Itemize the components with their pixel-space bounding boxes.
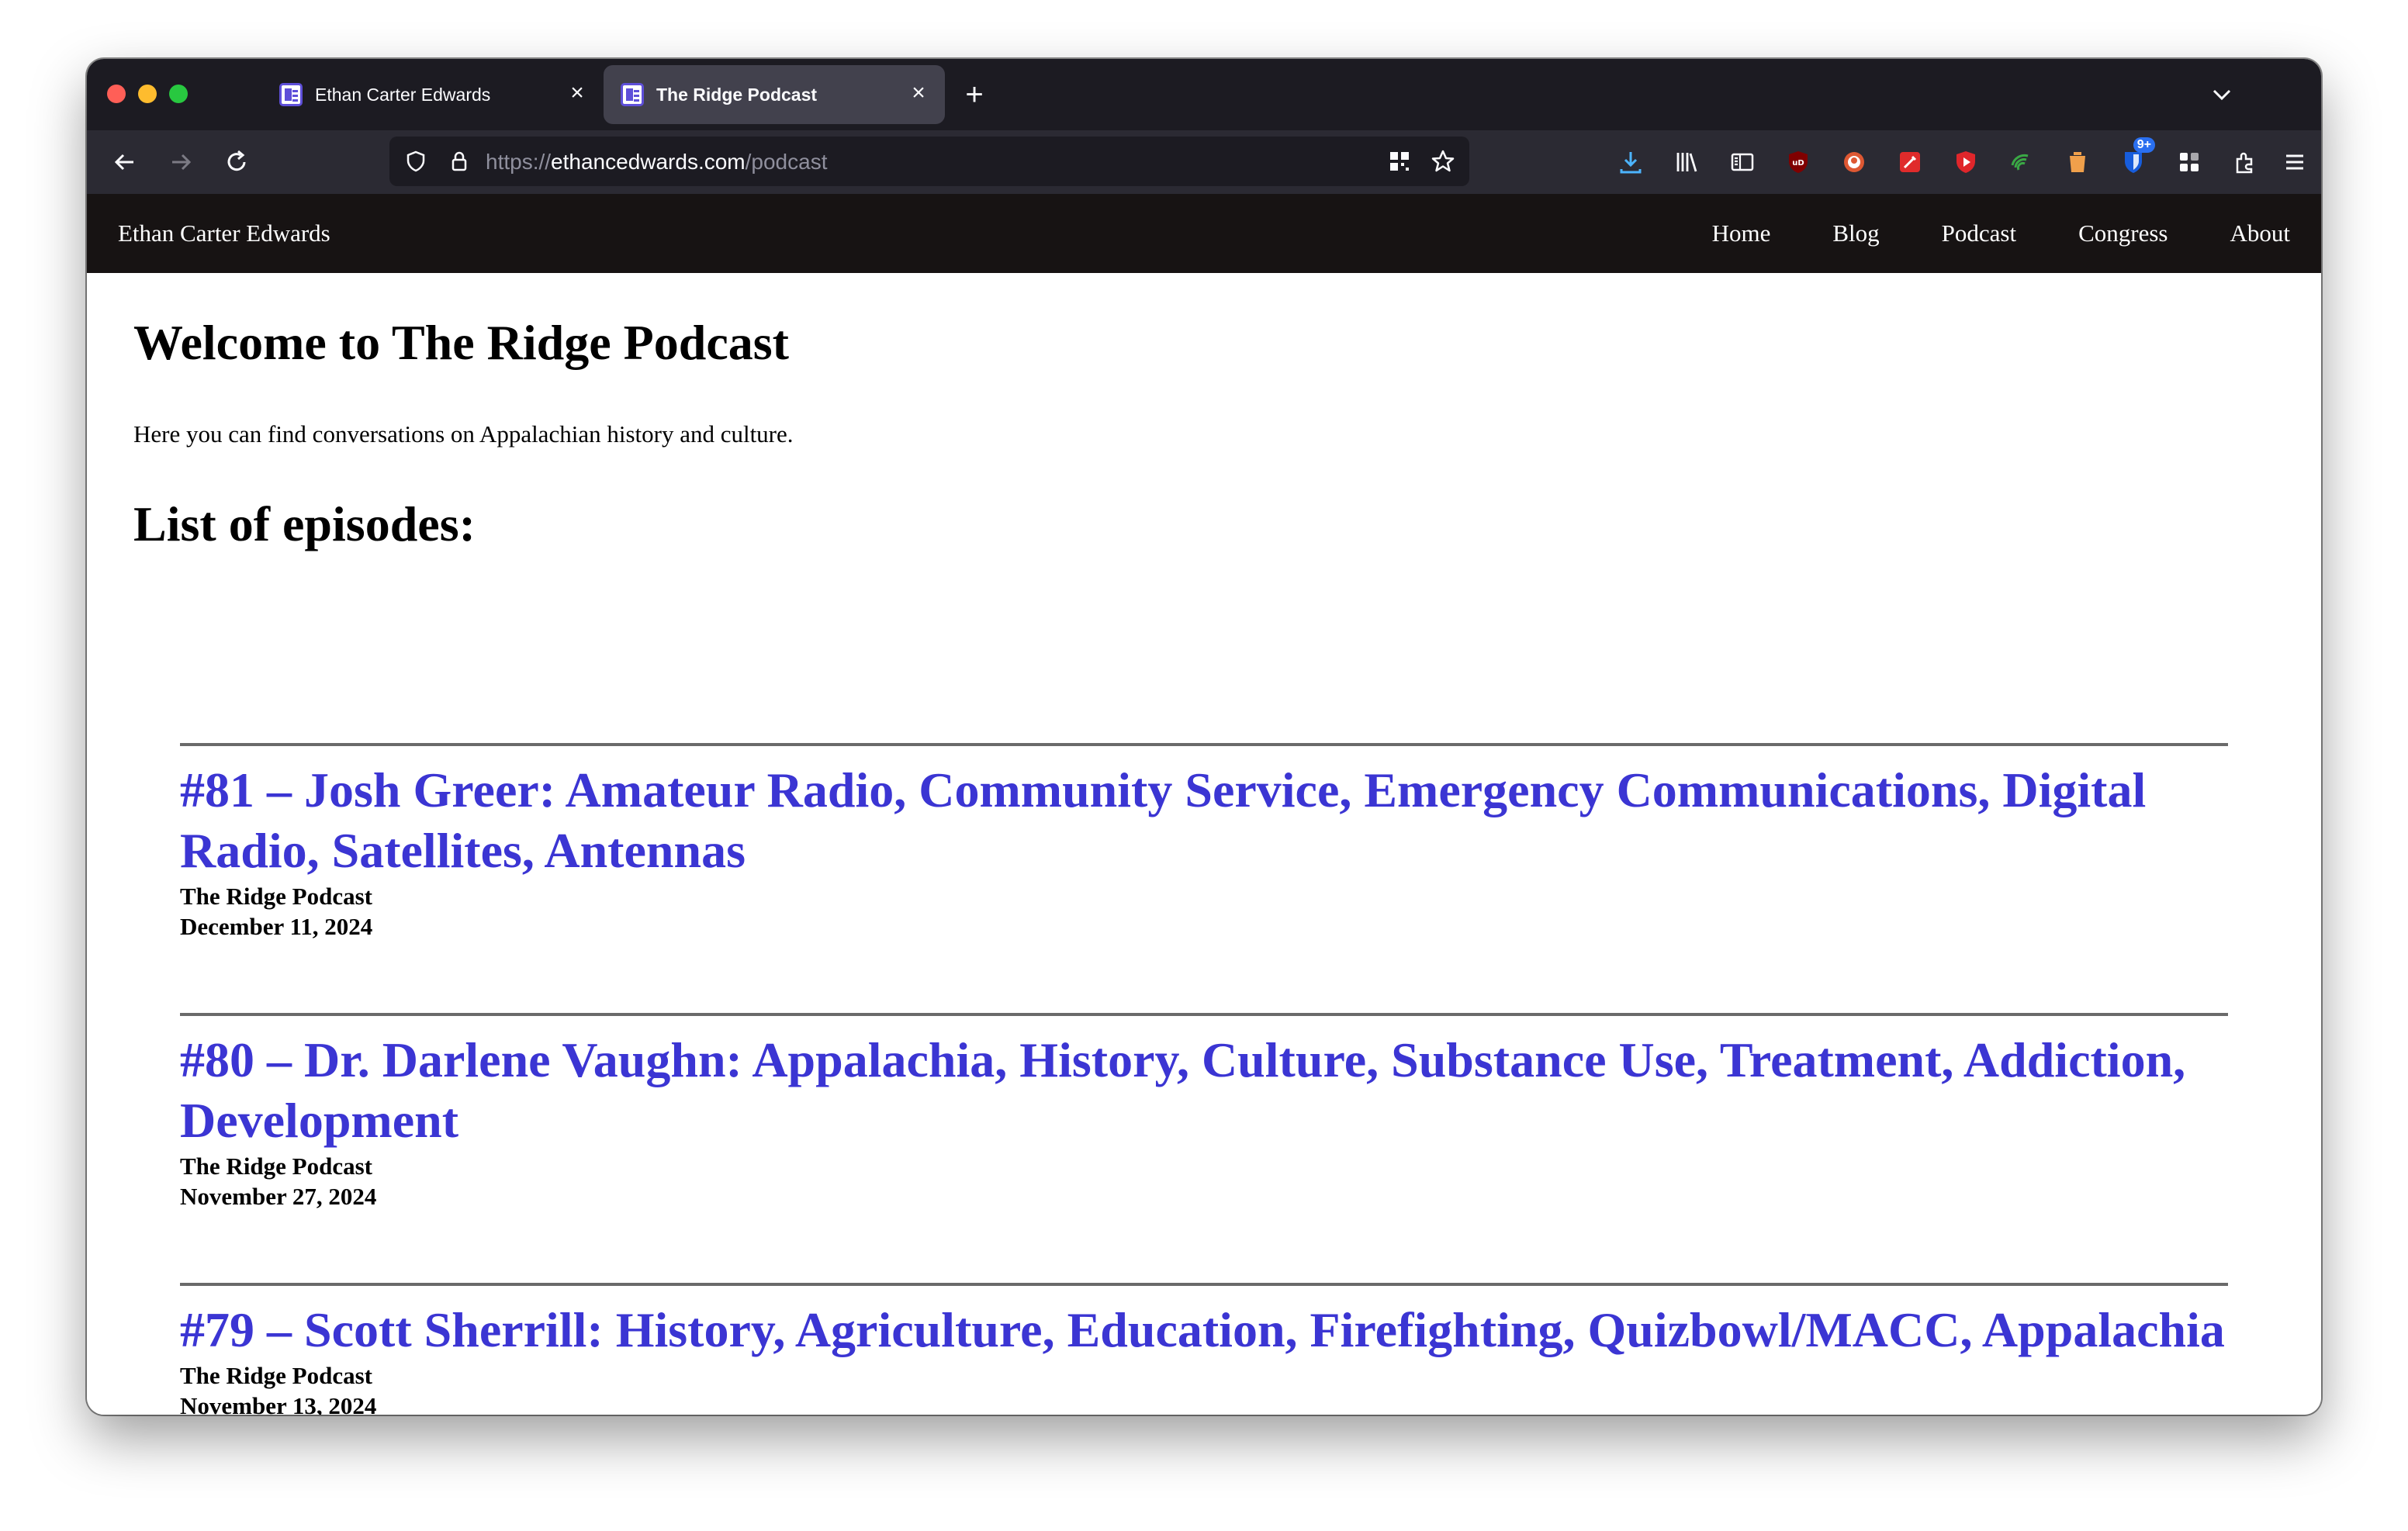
lock-icon[interactable] [442,144,476,178]
episode-date: November 27, 2024 [180,1183,377,1210]
extensions-puzzle-icon[interactable] [2225,142,2265,182]
zoom-window-button[interactable] [169,85,188,103]
episodes-heading: List of episodes: [133,496,476,551]
site-name-link[interactable]: Ethan Carter Edwards [118,219,330,248]
grid-apps-icon[interactable] [2169,142,2209,182]
new-tab-button[interactable]: + [954,74,995,115]
qr-code-icon[interactable] [1382,144,1417,178]
close-window-button[interactable] [107,85,126,103]
site-favicon-icon [621,83,644,106]
notification-badge: 9+ [2133,137,2155,153]
url-host: ethancedwards.com [551,150,746,174]
episode-show: The Ridge Podcast [180,1153,372,1180]
reload-icon[interactable] [216,141,258,183]
episode-show: The Ridge Podcast [180,1362,372,1389]
episode-show: The Ridge Podcast [180,883,372,910]
color-picker-icon[interactable] [1890,142,1930,182]
address-bar[interactable]: https://ethancedwards.com/podcast [389,137,1469,186]
nav-blog-link[interactable]: Blog [1832,219,1879,248]
intro-text: Here you can find conversations on Appal… [133,420,794,448]
wifi-signal-extension-icon[interactable] [2001,142,2042,182]
site-header: Ethan Carter Edwards Home Blog Podcast C… [87,194,2321,273]
sidebar-icon[interactable] [1722,142,1763,182]
tracking-protection-shield-icon[interactable] [399,144,433,178]
tab-title: The Ridge Podcast [656,85,818,105]
hamburger-menu-icon[interactable] [2275,142,2315,182]
nav-podcast-link[interactable]: Podcast [1942,219,2016,248]
divider [180,1283,2228,1286]
url-path: /podcast [745,150,828,174]
library-icon[interactable] [1666,142,1707,182]
nav-home-link[interactable]: Home [1712,219,1771,248]
ublock-origin-icon[interactable]: uD [1778,142,1818,182]
forward-arrow-icon[interactable] [160,141,202,183]
page-content: Welcome to The Ridge Podcast Here you ca… [87,273,2321,1415]
tab-strip: Ethan Carter Edwards × The Ridge Podcast… [87,59,2321,130]
episode-date: November 13, 2024 [180,1392,377,1415]
close-tab-icon[interactable]: × [562,78,593,109]
episode-title-link[interactable]: #79 – Scott Sherrill: History, Agricultu… [180,1300,2228,1360]
tab-the-ridge-podcast[interactable]: The Ridge Podcast × [604,65,945,124]
page-title: Welcome to The Ridge Podcast [133,315,789,370]
site-nav: Home Blog Podcast Congress About [1712,219,2290,248]
divider [180,1013,2228,1016]
minimize-window-button[interactable] [138,85,157,103]
video-play-extension-icon[interactable] [1946,142,1986,182]
navigation-toolbar: https://ethancedwards.com/podcast uD 9+ [87,130,2321,194]
url-scheme: https:// [486,150,552,174]
browser-window: Ethan Carter Edwards × The Ridge Podcast… [87,59,2321,1415]
back-arrow-icon[interactable] [104,141,146,183]
svg-text:uD: uD [1792,159,1804,168]
episode-item: #81 – Josh Greer: Amateur Radio, Communi… [180,743,2228,942]
url-text[interactable]: https://ethancedwards.com/podcast [486,150,827,175]
episode-item: #80 – Dr. Darlene Vaughn: Appalachia, Hi… [180,1013,2228,1211]
tab-title: Ethan Carter Edwards [315,85,491,105]
close-tab-icon[interactable]: × [903,78,934,109]
downloads-icon[interactable] [1611,142,1651,182]
divider [180,743,2228,746]
tab-ethan-carter-edwards[interactable]: Ethan Carter Edwards × [262,65,604,124]
nav-congress-link[interactable]: Congress [2078,219,2168,248]
trash-bin-extension-icon[interactable] [2057,142,2098,182]
duckduckgo-icon[interactable] [1834,142,1874,182]
nav-about-link[interactable]: About [2230,219,2291,248]
bookmark-star-icon[interactable] [1426,144,1460,178]
list-all-tabs-chevron-down-icon[interactable] [2203,76,2240,113]
bitwarden-shield-icon[interactable]: 9+ [2113,137,2155,182]
episode-title-link[interactable]: #80 – Dr. Darlene Vaughn: Appalachia, Hi… [180,1030,2228,1151]
episode-item: #79 – Scott Sherrill: History, Agricultu… [180,1283,2228,1415]
episode-title-link[interactable]: #81 – Josh Greer: Amateur Radio, Communi… [180,760,2228,881]
episode-date: December 11, 2024 [180,913,373,940]
site-favicon-icon [279,83,303,106]
